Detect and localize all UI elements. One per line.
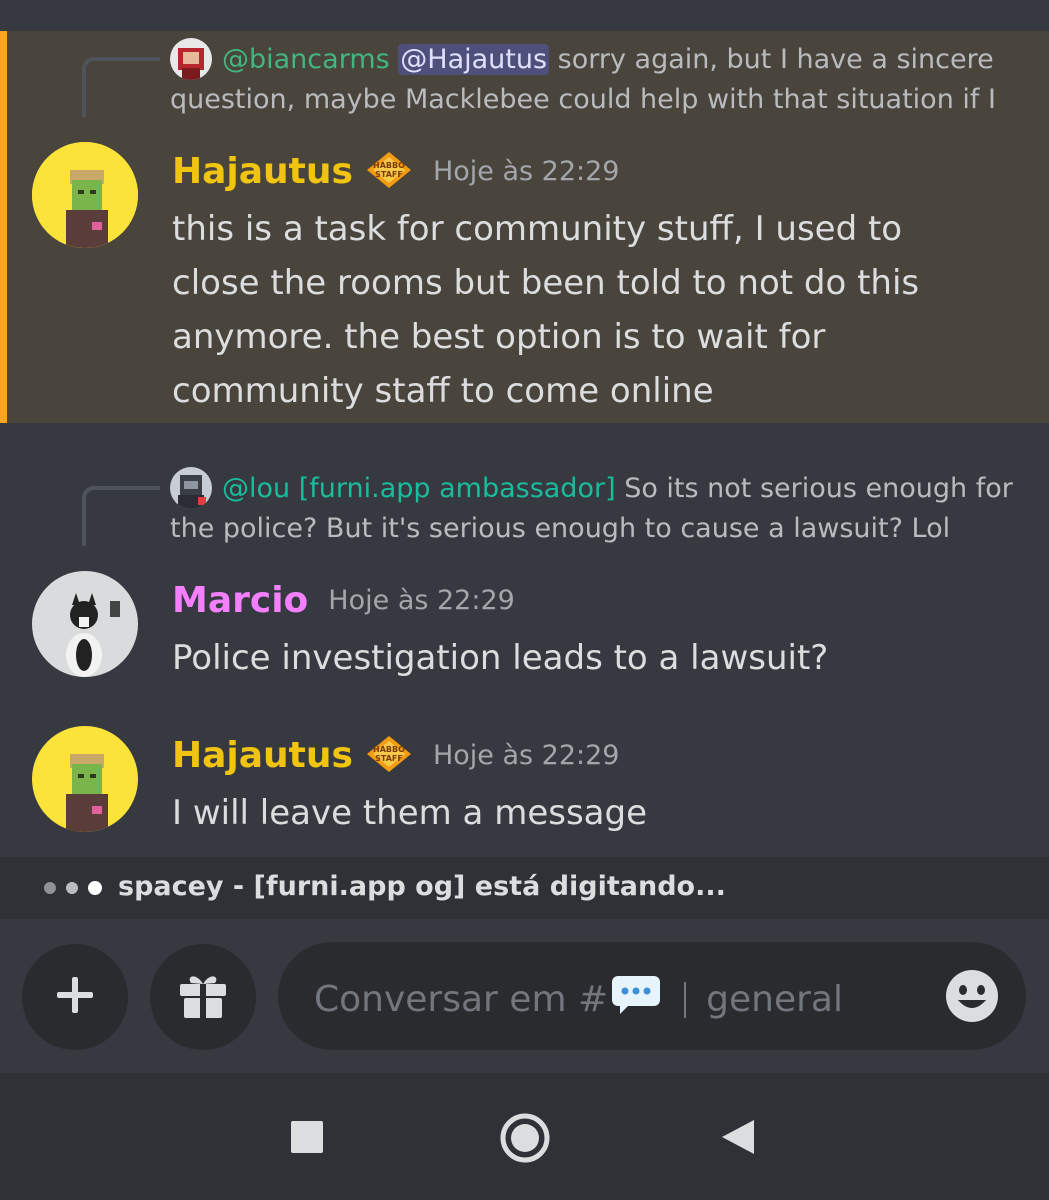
habbo-staff-badge-icon: HABBO STAFF (365, 150, 413, 194)
home-button[interactable] (499, 1112, 551, 1168)
circle-icon (499, 1113, 551, 1168)
svg-text:HABBO: HABBO (373, 161, 405, 170)
typing-dot (88, 881, 102, 895)
mention-highlight-bar (0, 31, 7, 423)
message-line: this is a task for community stuff, I us… (172, 209, 903, 249)
channel-name: general (706, 979, 843, 1020)
habbo-staff-badge-icon: HABBO STAFF (365, 734, 413, 778)
svg-text:STAFF: STAFF (375, 170, 403, 179)
typing-text: spacey - [furni.app og] está digitando..… (118, 871, 726, 902)
user-avatar[interactable] (32, 142, 138, 248)
add-attachment-button[interactable] (22, 944, 128, 1050)
emoji-icon (944, 970, 1000, 1028)
reply-text-line2: the police? But it's serious enough to c… (170, 513, 951, 544)
message-author[interactable]: Marcio (172, 579, 308, 623)
square-icon (290, 1121, 324, 1158)
reply-avatar[interactable] (170, 38, 212, 80)
message-line: anymore. the best option is to wait for (172, 317, 826, 357)
speech-bubble-icon (610, 974, 662, 1025)
triangle-back-icon (720, 1120, 756, 1160)
plus-icon (55, 975, 95, 1019)
message-content[interactable]: this is a task for community stuff, I us… (172, 202, 1032, 418)
message-author[interactable]: Hajautus (172, 734, 353, 778)
message-timestamp: Hoje às 22:29 (432, 156, 620, 187)
back-button[interactable] (720, 1118, 756, 1160)
recents-button[interactable] (290, 1120, 324, 1158)
message-header: Hajautus HABBO STAFF Hoje às 22:29 (172, 734, 619, 778)
message-input[interactable]: Conversar em # general (278, 942, 1026, 1050)
reply-preview[interactable]: @biancarms @Hajautus sorry again, but I … (222, 40, 994, 80)
reply-preview[interactable]: @lou [furni.app ambassador] So its not s… (222, 469, 1013, 509)
system-nav-bar (0, 1073, 1049, 1200)
message-author[interactable]: Hajautus (172, 150, 353, 194)
svg-text:HABBO: HABBO (373, 745, 405, 754)
message-content[interactable]: I will leave them a message (172, 786, 647, 840)
reply-avatar[interactable] (170, 467, 212, 509)
message-timestamp: Hoje às 22:29 (328, 585, 515, 616)
message-header: Hajautus HABBO STAFF Hoje às 22:29 (172, 150, 619, 194)
typing-dot (44, 882, 56, 894)
message-line: community staff to come online (172, 371, 714, 411)
placeholder-prefix: Conversar em # (314, 979, 609, 1020)
reply-author[interactable]: @lou [furni.app ambassador] (222, 473, 616, 504)
gift-icon (176, 968, 230, 1026)
reply-text: So its not serious enough for (615, 473, 1013, 504)
message-input-placeholder: Conversar em # general (314, 974, 843, 1025)
message-timestamp: Hoje às 22:29 (432, 740, 620, 771)
user-avatar[interactable] (32, 571, 138, 677)
typing-indicator: spacey - [furni.app og] está digitando..… (0, 857, 1049, 919)
reply-text-line2: question, maybe Macklebee could help wit… (170, 84, 996, 115)
reply-author[interactable]: @biancarms (222, 44, 390, 75)
message-header: Marcio Hoje às 22:29 (172, 579, 515, 623)
reply-text: sorry again, but I have a sincere (549, 44, 994, 75)
gift-button[interactable] (150, 944, 256, 1050)
message-content[interactable]: Police investigation leads to a lawsuit? (172, 631, 828, 685)
user-avatar[interactable] (32, 726, 138, 832)
cursor-divider (684, 981, 687, 1018)
reply-connector (82, 57, 160, 117)
message-line: I will leave them a message (172, 793, 648, 833)
reply-mention[interactable]: @Hajautus (398, 44, 550, 75)
emoji-button[interactable] (944, 968, 1000, 1028)
typing-dot (66, 882, 78, 894)
message-line: Police investigation leads to a lawsuit? (172, 638, 829, 678)
message-line: close the rooms but been told to not do … (172, 263, 920, 303)
reply-connector (82, 486, 160, 546)
svg-text:STAFF: STAFF (375, 754, 403, 763)
